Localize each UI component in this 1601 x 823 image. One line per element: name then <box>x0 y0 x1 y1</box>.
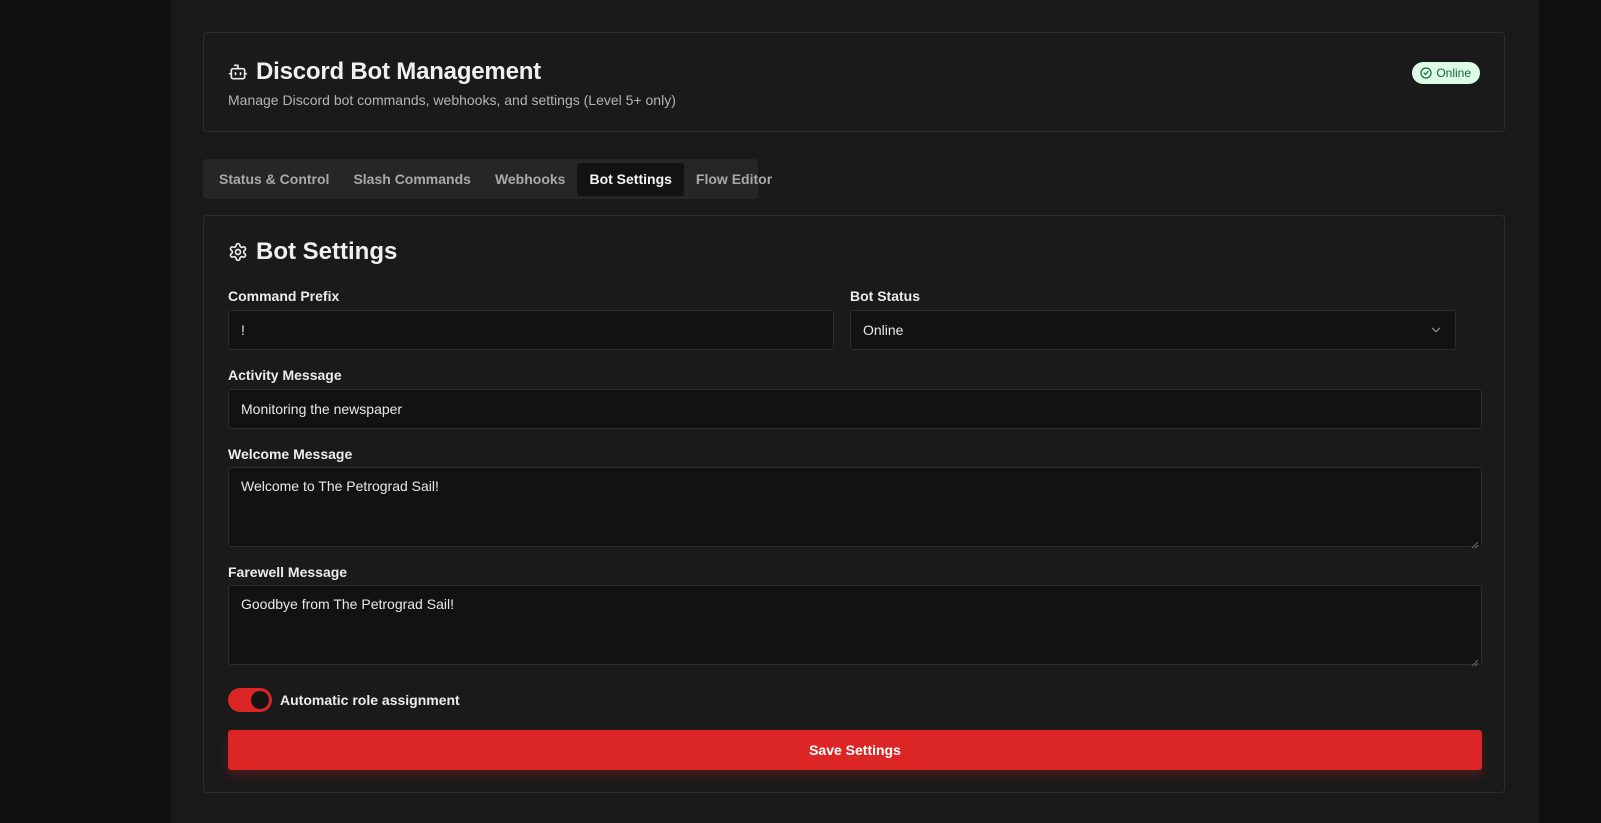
card-title-row: Bot Settings <box>228 238 397 266</box>
bot-settings-card: Bot Settings Command Prefix ! Bot Status… <box>203 215 1505 793</box>
bot-status-select[interactable]: Online <box>850 310 1456 350</box>
farewell-message-textarea[interactable]: Goodbye from The Petrograd Sail! <box>228 585 1482 667</box>
command-prefix-input[interactable]: ! <box>228 310 834 350</box>
welcome-message-label: Welcome Message <box>228 446 353 462</box>
tab-flow-editor[interactable]: Flow Editor <box>684 163 784 196</box>
tab-webhooks[interactable]: Webhooks <box>483 163 578 196</box>
toggle-knob <box>251 691 269 709</box>
status-badge: Online <box>1412 62 1480 84</box>
tab-slash-commands[interactable]: Slash Commands <box>341 163 482 196</box>
tab-status-control[interactable]: Status & Control <box>207 163 341 196</box>
resize-grip-icon[interactable] <box>1471 536 1479 549</box>
auto-role-row: Automatic role assignment <box>228 688 460 712</box>
bot-status-value: Online <box>863 322 904 338</box>
status-badge-label: Online <box>1436 66 1471 80</box>
card-title: Bot Settings <box>256 238 398 265</box>
command-prefix-label: Command Prefix <box>228 288 340 304</box>
farewell-message-value: Goodbye from The Petrograd Sail! <box>241 596 454 612</box>
welcome-message-value: Welcome to The Petrograd Sail! <box>241 478 439 494</box>
tab-bot-settings[interactable]: Bot Settings <box>577 162 684 196</box>
page-subtitle: Manage Discord bot commands, webhooks, a… <box>228 92 676 108</box>
check-circle-icon <box>1420 67 1432 79</box>
bot-status-label: Bot Status <box>850 288 920 304</box>
page-title: Discord Bot Management <box>256 58 541 85</box>
header-title-row: Discord Bot Management <box>228 58 541 86</box>
welcome-message-textarea[interactable]: Welcome to The Petrograd Sail! <box>228 467 1482 549</box>
auto-role-label: Automatic role assignment <box>280 692 460 708</box>
farewell-message-label: Farewell Message <box>228 564 348 580</box>
auto-role-toggle[interactable] <box>228 688 272 712</box>
save-settings-button[interactable]: Save Settings <box>228 730 1482 770</box>
activity-message-input[interactable]: Monitoring the newspaper <box>228 389 1482 429</box>
gear-icon <box>228 242 248 262</box>
chevron-down-icon <box>1429 323 1443 337</box>
command-prefix-value: ! <box>241 322 245 338</box>
bot-icon <box>228 62 248 82</box>
tab-bar: Status & Control Slash Commands Webhooks… <box>203 159 772 199</box>
header-card: Discord Bot Management Manage Discord bo… <box>203 32 1505 132</box>
activity-message-label: Activity Message <box>228 367 342 383</box>
activity-message-value: Monitoring the newspaper <box>241 401 403 417</box>
page: Discord Bot Management Manage Discord bo… <box>171 0 1539 823</box>
resize-grip-icon[interactable] <box>1471 654 1479 667</box>
